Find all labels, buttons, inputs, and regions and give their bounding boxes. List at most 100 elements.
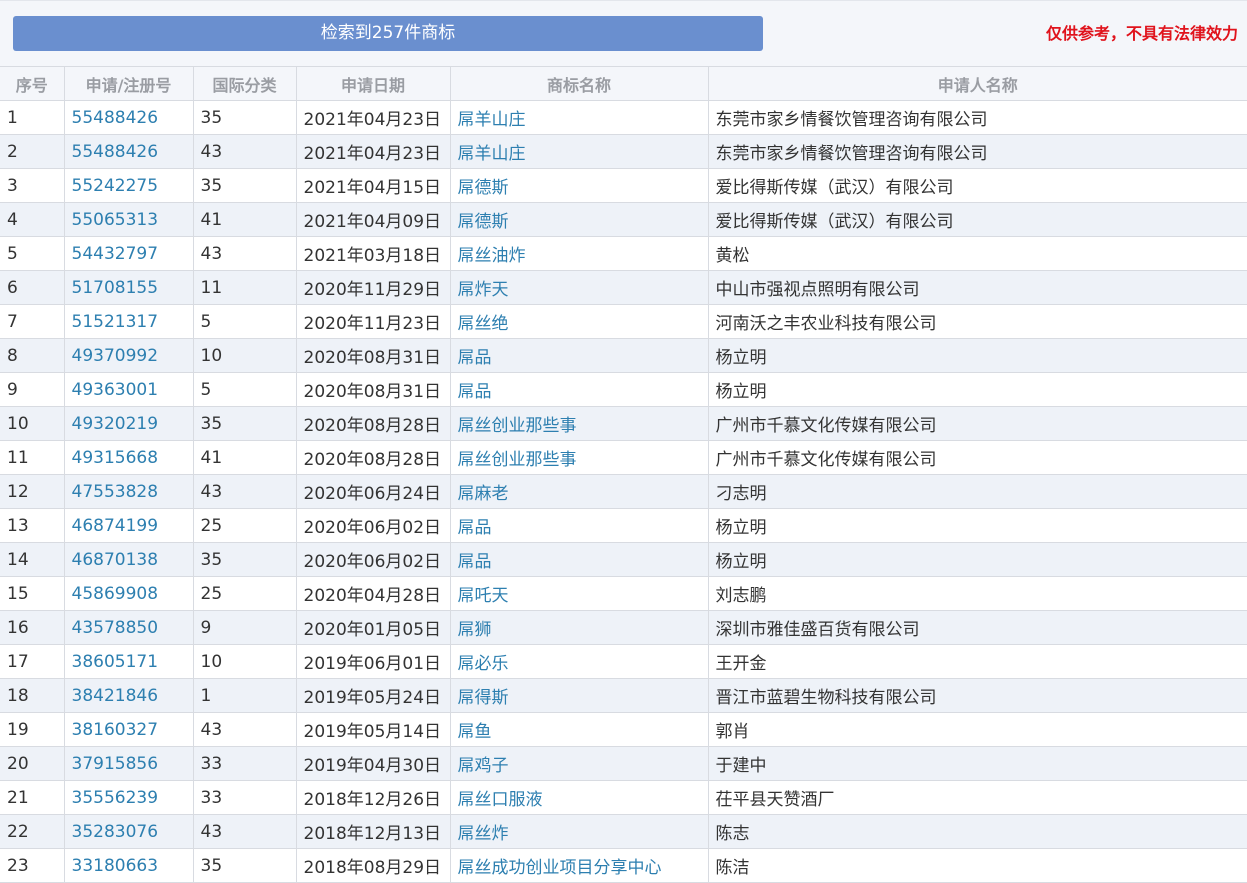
row-index: 9 — [0, 372, 65, 407]
trademark-name-link[interactable]: 屌丝成功创业项目分享中心 — [449, 848, 709, 883]
trademark-name-link[interactable]: 屌德斯 — [449, 168, 709, 203]
table-header-row: 序号 申请/注册号 国际分类 申请日期 商标名称 申请人名称 — [0, 66, 1247, 101]
registration-number-link[interactable]: 49363001 — [63, 372, 194, 407]
column-header-reg-number[interactable]: 申请/注册号 — [63, 66, 194, 101]
table-row: 4 55065313 41 2021年04月09日 屌德斯 爱比得斯传媒（武汉）有限公司 — [0, 202, 1247, 237]
trademark-name-link[interactable]: 屌鱼 — [449, 712, 709, 747]
registration-number-link[interactable]: 38605171 — [63, 644, 194, 679]
trademark-name-link[interactable]: 屌吒天 — [449, 576, 709, 611]
registration-number-link[interactable]: 54432797 — [63, 236, 194, 271]
international-class: 41 — [192, 440, 297, 475]
registration-number-link[interactable]: 35556239 — [63, 780, 194, 815]
application-date: 2020年06月02日 — [295, 542, 451, 577]
trademark-name-link[interactable]: 屌必乐 — [449, 644, 709, 679]
table-row: 11 49315668 41 2020年08月28日 屌丝创业那些事 广州市千慕文化传媒有… — [0, 440, 1247, 475]
table-row: 6 51708155 11 2020年11月29日 屌炸天 中山市强视点照明有限公司 — [0, 270, 1247, 305]
row-index: 4 — [0, 202, 65, 237]
table-row: 8 49370992 10 2020年08月31日 屌品 杨立明 — [0, 338, 1247, 373]
applicant-name: 爱比得斯传媒（武汉）有限公司 — [707, 168, 1247, 203]
registration-number-link[interactable]: 51521317 — [63, 304, 194, 339]
registration-number-link[interactable]: 49320219 — [63, 406, 194, 441]
trademark-name-link[interactable]: 屌炸天 — [449, 270, 709, 305]
international-class: 43 — [192, 134, 297, 169]
trademark-name-link[interactable]: 屌狮 — [449, 610, 709, 645]
table-row: 18 38421846 1 2019年05月24日 屌得斯 晋江市蓝碧生物科技有限公司 — [0, 678, 1247, 713]
registration-number-link[interactable]: 45869908 — [63, 576, 194, 611]
table-row: 12 47553828 43 2020年06月24日 屌麻老 刁志明 — [0, 474, 1247, 509]
trademark-name-link[interactable]: 屌羊山庄 — [449, 100, 709, 135]
registration-number-link[interactable]: 47553828 — [63, 474, 194, 509]
trademark-name-link[interactable]: 屌鸡子 — [449, 746, 709, 781]
registration-number-link[interactable]: 49315668 — [63, 440, 194, 475]
trademark-name-link[interactable]: 屌品 — [449, 508, 709, 543]
applicant-name: 黄松 — [707, 236, 1247, 271]
registration-number-link[interactable]: 55065313 — [63, 202, 194, 237]
applicant-name: 陈洁 — [707, 848, 1247, 883]
column-header-class[interactable]: 国际分类 — [192, 66, 297, 101]
row-index: 6 — [0, 270, 65, 305]
registration-number-link[interactable]: 55488426 — [63, 134, 194, 169]
applicant-name: 广州市千慕文化传媒有限公司 — [707, 406, 1247, 441]
applicant-name: 东莞市家乡情餐饮管理咨询有限公司 — [707, 134, 1247, 169]
table-row: 7 51521317 5 2020年11月23日 屌丝绝 河南沃之丰农业科技有限公司 — [0, 304, 1247, 339]
applicant-name: 郭肖 — [707, 712, 1247, 747]
trademark-name-link[interactable]: 屌品 — [449, 372, 709, 407]
applicant-name: 茌平县天赞酒厂 — [707, 780, 1247, 815]
trademark-name-link[interactable]: 屌丝创业那些事 — [449, 440, 709, 475]
applicant-name: 于建中 — [707, 746, 1247, 781]
trademark-name-link[interactable]: 屌品 — [449, 338, 709, 373]
international-class: 35 — [192, 848, 297, 883]
trademark-name-link[interactable]: 屌丝油炸 — [449, 236, 709, 271]
registration-number-link[interactable]: 35283076 — [63, 814, 194, 849]
trademark-name-link[interactable]: 屌丝绝 — [449, 304, 709, 339]
registration-number-link[interactable]: 51708155 — [63, 270, 194, 305]
registration-number-link[interactable]: 46870138 — [63, 542, 194, 577]
application-date: 2020年11月23日 — [295, 304, 451, 339]
application-date: 2020年04月28日 — [295, 576, 451, 611]
row-index: 17 — [0, 644, 65, 679]
international-class: 10 — [192, 338, 297, 373]
application-date: 2021年03月18日 — [295, 236, 451, 271]
international-class: 10 — [192, 644, 297, 679]
table-row: 3 55242275 35 2021年04月15日 屌德斯 爱比得斯传媒（武汉）有限公司 — [0, 168, 1247, 203]
trademark-name-link[interactable]: 屌丝炸 — [449, 814, 709, 849]
applicant-name: 晋江市蓝碧生物科技有限公司 — [707, 678, 1247, 713]
registration-number-link[interactable]: 33180663 — [63, 848, 194, 883]
table-row: 15 45869908 25 2020年04月28日 屌吒天 刘志鹏 — [0, 576, 1247, 611]
trademark-name-link[interactable]: 屌丝创业那些事 — [449, 406, 709, 441]
row-index: 23 — [0, 848, 65, 883]
application-date: 2020年08月28日 — [295, 440, 451, 475]
column-header-index[interactable]: 序号 — [0, 66, 65, 101]
registration-number-link[interactable]: 55488426 — [63, 100, 194, 135]
legal-disclaimer: 仅供参考，不具有法律效力 — [1045, 24, 1238, 43]
row-index: 10 — [0, 406, 65, 441]
column-header-applicant[interactable]: 申请人名称 — [707, 66, 1247, 101]
applicant-name: 广州市千慕文化传媒有限公司 — [707, 440, 1247, 475]
column-header-trademark-name[interactable]: 商标名称 — [449, 66, 709, 101]
application-date: 2020年08月31日 — [295, 338, 451, 373]
application-date: 2020年11月29日 — [295, 270, 451, 305]
registration-number-link[interactable]: 38160327 — [63, 712, 194, 747]
application-date: 2020年06月02日 — [295, 508, 451, 543]
registration-number-link[interactable]: 55242275 — [63, 168, 194, 203]
result-count-banner: 检索到257件商标 — [13, 16, 763, 51]
trademark-name-link[interactable]: 屌麻老 — [449, 474, 709, 509]
registration-number-link[interactable]: 49370992 — [63, 338, 194, 373]
row-index: 22 — [0, 814, 65, 849]
registration-number-link[interactable]: 46874199 — [63, 508, 194, 543]
trademark-name-link[interactable]: 屌羊山庄 — [449, 134, 709, 169]
registration-number-link[interactable]: 37915856 — [63, 746, 194, 781]
application-date: 2019年06月01日 — [295, 644, 451, 679]
row-index: 18 — [0, 678, 65, 713]
column-header-date[interactable]: 申请日期 — [295, 66, 451, 101]
row-index: 21 — [0, 780, 65, 815]
registration-number-link[interactable]: 43578850 — [63, 610, 194, 645]
trademark-name-link[interactable]: 屌品 — [449, 542, 709, 577]
table-row: 21 35556239 33 2018年12月26日 屌丝口服液 茌平县天赞酒厂 — [0, 780, 1247, 815]
registration-number-link[interactable]: 38421846 — [63, 678, 194, 713]
trademark-name-link[interactable]: 屌德斯 — [449, 202, 709, 237]
trademark-name-link[interactable]: 屌丝口服液 — [449, 780, 709, 815]
row-index: 20 — [0, 746, 65, 781]
trademark-name-link[interactable]: 屌得斯 — [449, 678, 709, 713]
international-class: 41 — [192, 202, 297, 237]
